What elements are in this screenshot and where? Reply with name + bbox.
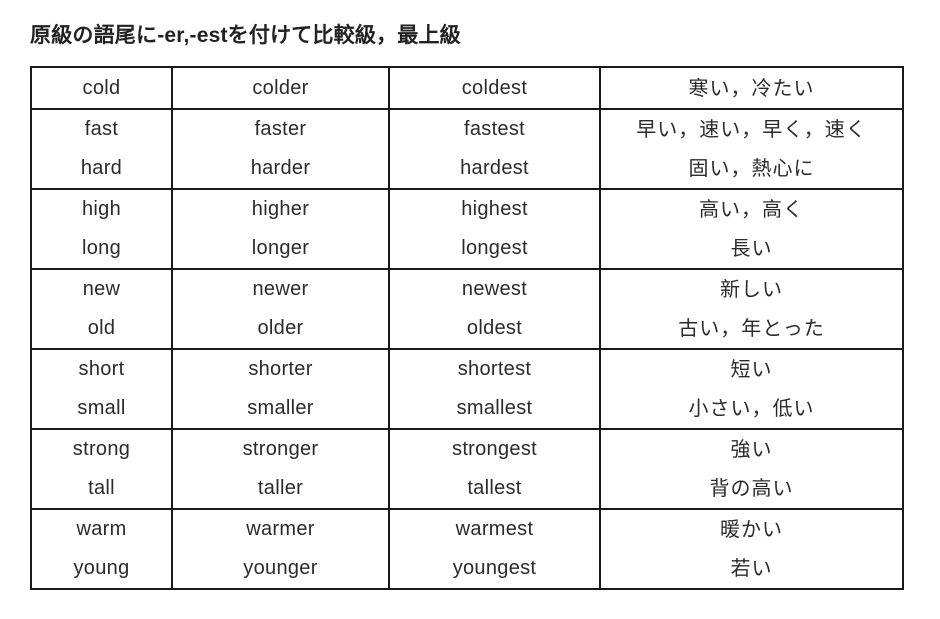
table-row: long longer longest 長い	[31, 229, 903, 269]
cell-comparative-form: stronger	[171, 429, 389, 469]
cell-japanese-meaning: 新しい	[599, 269, 903, 309]
comparative-superlative-table: cold colder coldest 寒い，冷たい fast faster fastest…	[30, 66, 904, 590]
cell-base-form: cold	[82, 77, 121, 99]
cell-superlative-form: shortest	[388, 349, 600, 389]
cell-comparative-form: smaller	[171, 389, 389, 429]
cell-base-form: new	[82, 278, 121, 300]
cell-superlative-form: highest	[388, 189, 600, 229]
table-row-group: high higher highest 高い，高く long longer longest 長…	[31, 189, 903, 269]
cell-comparative-form: colder	[171, 67, 389, 109]
table-row: warm warmer warmest 暖かい	[31, 509, 903, 549]
cell-superlative-form: warmest	[388, 509, 600, 549]
table-row-group: short shorter shortest 短い small smaller smalle…	[31, 349, 903, 429]
cell-comparative-form: older	[171, 309, 389, 349]
cell-base-form: old	[87, 317, 116, 339]
cell-base-form: high	[81, 198, 121, 220]
cell-superlative-form: newest	[388, 269, 600, 309]
cell-comparative-form: younger	[171, 549, 389, 589]
cell-base-form: short	[78, 358, 125, 380]
cell-japanese-meaning: 背の高い	[599, 469, 903, 509]
table-row-group: strong stronger strongest 強い tall taller talle…	[31, 429, 903, 509]
cell-superlative-form: oldest	[388, 309, 600, 349]
table-row: fast faster fastest 早い，速い，早く，速く	[31, 109, 903, 149]
cell-comparative-form: faster	[171, 109, 389, 149]
table-row: cold colder coldest 寒い，冷たい	[31, 67, 903, 109]
cell-superlative-form: longest	[388, 229, 600, 269]
cell-base-form: strong	[72, 438, 131, 460]
cell-superlative-form: strongest	[388, 429, 600, 469]
cell-comparative-form: taller	[171, 469, 389, 509]
table-row-group: fast faster fastest 早い，速い，早く，速く hard harder ha…	[31, 109, 903, 189]
cell-comparative-form: newer	[171, 269, 389, 309]
cell-base-form: long	[81, 237, 121, 259]
table-row: strong stronger strongest 強い	[31, 429, 903, 469]
cell-superlative-form: smallest	[388, 389, 600, 429]
cell-superlative-form: fastest	[388, 109, 600, 149]
cell-base-form: tall	[88, 477, 115, 499]
table-row-group: cold colder coldest 寒い，冷たい	[31, 67, 903, 109]
cell-japanese-meaning: 寒い，冷たい	[599, 67, 903, 109]
table-row: new newer newest 新しい	[31, 269, 903, 309]
cell-japanese-meaning: 若い	[599, 549, 903, 589]
page-title: 原級の語尾に-er,-estを付けて比較級，最上級	[30, 24, 461, 47]
cell-base-form: fast	[84, 118, 119, 140]
cell-japanese-meaning: 早い，速い，早く，速く	[599, 109, 903, 149]
cell-base-form: hard	[80, 157, 123, 179]
cell-japanese-meaning: 小さい，低い	[599, 389, 903, 429]
cell-superlative-form: youngest	[388, 549, 600, 589]
cell-comparative-form: warmer	[171, 509, 389, 549]
cell-japanese-meaning: 短い	[599, 349, 903, 389]
cell-superlative-form: tallest	[388, 469, 600, 509]
cell-japanese-meaning: 強い	[599, 429, 903, 469]
cell-japanese-meaning: 高い，高く	[599, 189, 903, 229]
cell-base-form: small	[77, 397, 126, 419]
cell-japanese-meaning: 暖かい	[599, 509, 903, 549]
table-row: high higher highest 高い，高く	[31, 189, 903, 229]
table-row: tall taller tallest 背の高い	[31, 469, 903, 509]
table-row-group: new newer newest 新しい old older oldest 古い，年とった	[31, 269, 903, 349]
table-row: old older oldest 古い，年とった	[31, 309, 903, 349]
cell-japanese-meaning: 長い	[599, 229, 903, 269]
table-row: small smaller smallest 小さい，低い	[31, 389, 903, 429]
cell-base-form: warm	[76, 518, 127, 540]
table-row: short shorter shortest 短い	[31, 349, 903, 389]
cell-comparative-form: longer	[171, 229, 389, 269]
cell-base-form: young	[73, 557, 130, 579]
cell-superlative-form: coldest	[388, 67, 600, 109]
cell-comparative-form: shorter	[171, 349, 389, 389]
cell-superlative-form: hardest	[388, 149, 600, 189]
table-row: hard harder hardest 固い，熱心に	[31, 149, 903, 189]
table-row: young younger youngest 若い	[31, 549, 903, 589]
worksheet-page: 原級の語尾に-er,-estを付けて比較級，最上級 cold colder cold…	[0, 0, 940, 619]
cell-japanese-meaning: 古い，年とった	[599, 309, 903, 349]
cell-comparative-form: higher	[171, 189, 389, 229]
cell-comparative-form: harder	[171, 149, 389, 189]
table-row-group: warm warmer warmest 暖かい young younger youngest…	[31, 509, 903, 589]
cell-japanese-meaning: 固い，熱心に	[599, 149, 903, 189]
comparative-table-container: cold colder coldest 寒い，冷たい fast faster fastest…	[30, 66, 904, 590]
